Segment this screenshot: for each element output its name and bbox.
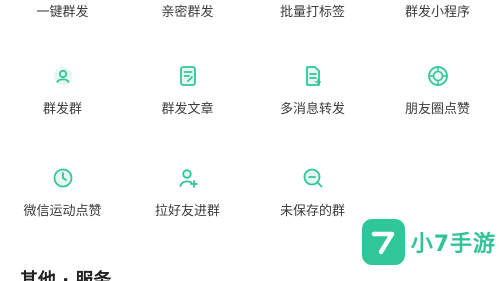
- feature-intimate-send[interactable]: 亲密群发: [125, 5, 250, 21]
- feature-label: 亲密群发: [161, 5, 214, 20]
- feature-label: 群发文章: [161, 102, 214, 117]
- brand-seven-icon: [372, 231, 395, 255]
- feature-label: 批量打标签: [279, 5, 345, 20]
- feature-row-top: 一键群发 亲密群发 批量打标签 群发小程序: [0, 5, 500, 65]
- multi-message-forward-icon: [305, 66, 321, 86]
- feature-label: 群发小程序: [404, 5, 470, 20]
- invite-friend-icon: [179, 169, 198, 188]
- group-send-icon: [53, 67, 72, 85]
- section-title: 其他 · 服务: [20, 270, 112, 281]
- feature-moments-like[interactable]: 朋友圈点赞: [375, 64, 500, 118]
- feature-label: 微信运动点赞: [23, 204, 102, 219]
- feature-send-miniprogram[interactable]: 群发小程序: [375, 5, 500, 21]
- article-send-icon: [179, 66, 196, 86]
- unsaved-group-icon: [303, 168, 322, 188]
- watermark-logo: 小7手游: [362, 214, 496, 270]
- feature-label: 一键群发: [36, 5, 89, 20]
- moments-like-icon: [427, 66, 448, 86]
- feature-invite-friend[interactable]: 拉好友进群: [125, 166, 250, 220]
- feature-label: 多消息转发: [279, 102, 345, 117]
- feature-one-click-send[interactable]: 一键群发: [0, 5, 125, 21]
- feature-group-send[interactable]: 群发群: [0, 64, 125, 118]
- feature-batch-tag[interactable]: 批量打标签: [250, 5, 375, 21]
- feature-label: 朋友圈点赞: [404, 102, 470, 117]
- feature-label: 群发群: [42, 102, 82, 117]
- watermark-text: 小7手游: [410, 232, 496, 257]
- wechat-sport-like-icon: [53, 168, 72, 188]
- feature-label: 未保存的群: [279, 204, 345, 219]
- feature-wechat-sport-like[interactable]: 微信运动点赞: [0, 166, 125, 220]
- page: 一键群发 亲密群发 批量打标签 群发小程序 群发群 群发文章 多消息转发 朋友圈…: [0, 0, 500, 281]
- feature-unsaved-group[interactable]: 未保存的群: [250, 166, 375, 220]
- feature-label: 拉好友进群: [154, 204, 220, 219]
- feature-multi-forward[interactable]: 多消息转发: [250, 64, 375, 118]
- feature-row-2: 群发群 群发文章 多消息转发 朋友圈点赞: [0, 64, 500, 124]
- brand-badge-icon: [362, 219, 405, 265]
- feature-article-send[interactable]: 群发文章: [125, 64, 250, 118]
